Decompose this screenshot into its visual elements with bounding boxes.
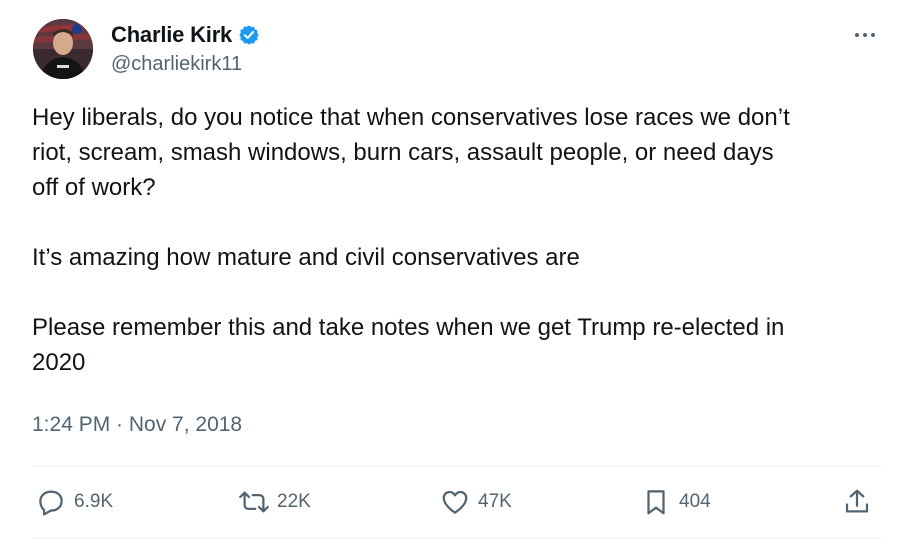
verified-badge-icon	[239, 25, 259, 45]
action-bar: 6.9K 22K 47K 404	[0, 480, 924, 524]
reply-icon	[39, 490, 63, 516]
retweet-icon	[239, 491, 269, 513]
divider	[32, 538, 881, 539]
like-icon	[442, 490, 468, 514]
share-icon	[845, 489, 869, 513]
divider	[32, 466, 881, 467]
bookmark-icon	[647, 490, 665, 515]
tweet-line: It’s amazing how mature and civil conser…	[32, 244, 580, 271]
author-handle[interactable]: @charliekirk11	[111, 53, 242, 76]
reply-count: 6.9K	[74, 491, 114, 512]
tweet-line: off of work?	[32, 174, 156, 201]
tweet-timestamp[interactable]: 1:24 PM · Nov 7, 2018	[32, 413, 242, 437]
tweet-line: riot, scream, smash windows, burn cars, …	[32, 139, 774, 166]
tweet-line: 2020	[32, 349, 86, 376]
retweet-count: 22K	[277, 491, 311, 512]
more-icon[interactable]	[850, 25, 880, 45]
like-button[interactable]: 47K	[440, 480, 512, 524]
retweet-button[interactable]: 22K	[239, 480, 311, 524]
reply-button[interactable]: 6.9K	[36, 480, 113, 524]
tweet-line: Please remember this and take notes when…	[32, 314, 785, 341]
tweet-text: Hey liberals, do you notice that when co…	[32, 100, 892, 380]
bookmark-button[interactable]: 404	[641, 480, 711, 524]
avatar-image	[33, 19, 93, 79]
like-count: 47K	[478, 491, 512, 512]
bookmark-count: 404	[679, 491, 711, 512]
tweet-card: Charlie Kirk @charliekirk11 Hey liberals…	[0, 0, 924, 550]
tweet-line: Hey liberals, do you notice that when co…	[32, 104, 790, 131]
author-name[interactable]: Charlie Kirk	[111, 22, 232, 48]
share-button[interactable]	[842, 480, 872, 524]
avatar[interactable]	[33, 19, 93, 79]
